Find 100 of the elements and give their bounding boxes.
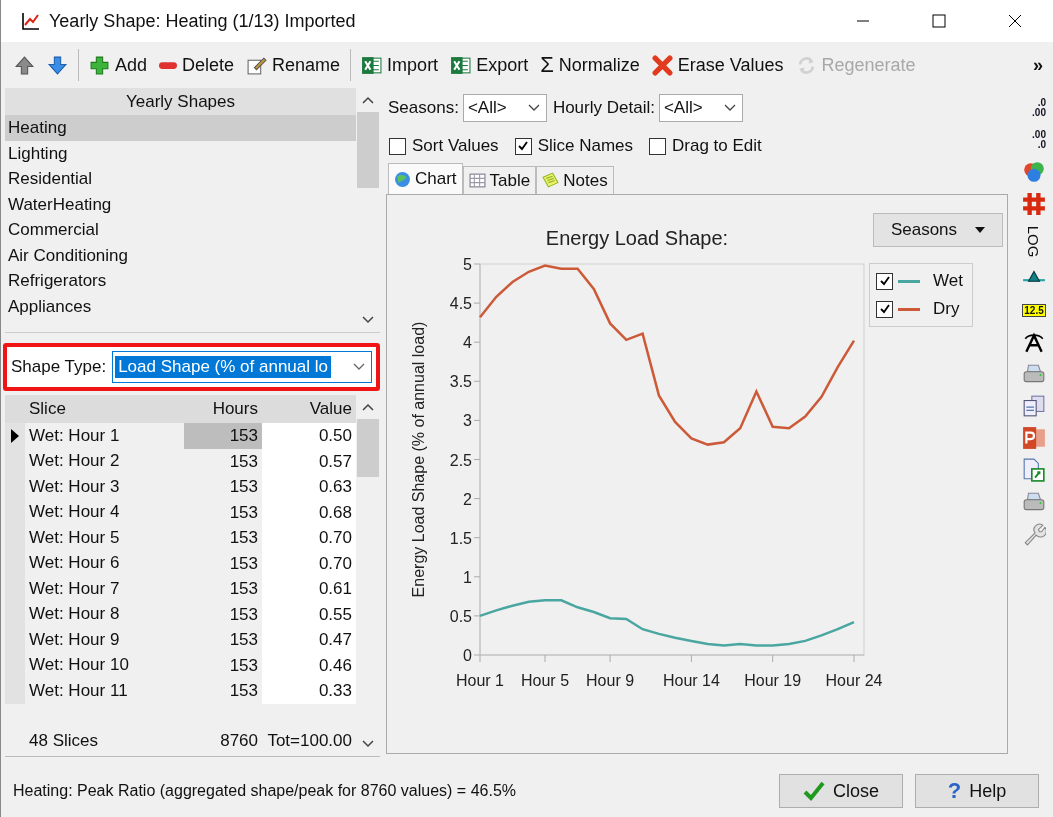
table-cell-text: Wet: Hour 3	[28, 476, 121, 497]
tab[interactable]: Chart	[388, 163, 463, 194]
option-checkbox[interactable]: Slice Names	[514, 136, 634, 156]
option-checkbox[interactable]: Drag to Edit	[649, 136, 762, 156]
seasons-menu-button[interactable]: Seasons	[873, 213, 1003, 247]
y-tick-label: 0.5	[449, 607, 472, 625]
x-tick-label: Hour 19	[744, 672, 802, 689]
table-cell-text: 153	[228, 629, 259, 651]
table-cell-text: 153	[228, 603, 259, 626]
copy-icon[interactable]	[1022, 394, 1046, 418]
table-cell-text: 153	[228, 578, 259, 600]
scroll-up-icon[interactable]	[362, 96, 374, 104]
row-header[interactable]	[5, 423, 25, 449]
table-cell: 0.57	[262, 448, 356, 474]
table-cell-text: Wet: Hour 1	[28, 425, 121, 446]
table-cell: 0.68	[262, 499, 356, 525]
checkmark-icon	[803, 780, 825, 802]
table-cell-text: Wet: Hour 10	[28, 655, 130, 676]
toolbar-button[interactable]: Erase Values	[646, 51, 789, 79]
decimal-places-icon[interactable]: .0 .00	[1022, 96, 1046, 120]
scroll-up-icon[interactable]	[362, 403, 374, 411]
spreadsheet-icon	[361, 54, 383, 76]
toolbar-overflow[interactable]: »	[1033, 54, 1043, 76]
presentation-icon[interactable]	[1022, 426, 1046, 450]
sigma-icon: Σ	[540, 52, 554, 78]
grid-icon[interactable]	[1022, 192, 1046, 216]
decimal-places-icon[interactable]: .00 .0	[1022, 128, 1046, 152]
table-cell: 0.63	[262, 474, 356, 500]
column-header[interactable]: Slice	[25, 399, 184, 419]
close-button[interactable]: Close	[779, 774, 903, 808]
tab[interactable]: Table	[462, 166, 537, 194]
help-button[interactable]: ? Help	[915, 774, 1039, 808]
toolbar-button[interactable]: Import	[356, 51, 444, 79]
chart-title: Energy Load Shape:	[545, 227, 729, 249]
scroll-thumb[interactable]	[357, 112, 379, 188]
chart-app-icon	[21, 11, 41, 31]
log-scale-button[interactable]: LOG	[1022, 224, 1046, 258]
filter-label: Hourly Detail:	[552, 98, 655, 118]
table-cell-text: 153	[228, 527, 259, 549]
column-header[interactable]: Hours	[184, 395, 262, 423]
column-header[interactable]: Value	[262, 395, 356, 423]
dropdown-chevron-icon	[723, 104, 736, 112]
y-tick-label: 3.5	[449, 373, 472, 391]
legend-checkbox[interactable]	[876, 300, 893, 318]
list-item[interactable]: Heating	[5, 115, 356, 141]
scroll-down-icon[interactable]	[362, 740, 374, 748]
table-cell: 0.46	[262, 652, 356, 678]
y-tick-label: 2.5	[449, 451, 472, 469]
table-cell: 0.33	[262, 678, 356, 704]
y-tick-label: 1	[463, 568, 472, 586]
checkbox[interactable]	[514, 137, 532, 155]
y-tick-label: 0	[463, 647, 472, 664]
y-tick-label: 4.5	[449, 295, 472, 313]
y-tick-label: 2	[463, 490, 472, 508]
grid-icon	[468, 172, 486, 189]
table-cell: 0.61	[262, 576, 356, 602]
x-tick-label: Hour 5	[521, 672, 570, 689]
notepad-icon	[542, 172, 560, 189]
table-cell-text: Wet: Hour 7	[28, 578, 121, 599]
value-total: Tot=100.00	[266, 730, 353, 752]
y-axis-title: Energy Load Shape (% of annual load)	[410, 321, 427, 598]
scroll-down-icon[interactable]	[362, 316, 374, 324]
filter-dropdown[interactable]: <All>	[462, 94, 547, 122]
toolbar-button[interactable]: Rename	[241, 51, 346, 79]
x-tick-label: Hour 14	[662, 672, 720, 689]
legend-checkbox[interactable]	[876, 272, 893, 290]
caret-icon	[975, 227, 986, 233]
list-item[interactable]: Residential	[5, 166, 356, 192]
wrench-icon[interactable]	[1022, 522, 1046, 546]
list-item[interactable]: Lighting	[5, 140, 356, 166]
table-cell-text: Wet: Hour 9	[28, 629, 121, 650]
table-cell-text: Wet: Hour 11	[28, 680, 129, 701]
checkbox[interactable]	[389, 137, 406, 155]
question-mark-icon: ?	[947, 778, 962, 804]
list-item[interactable]: Refrigerators	[5, 268, 356, 294]
option-checkbox[interactable]: Sort Values	[389, 136, 499, 156]
dropdown-chevron-icon	[353, 363, 365, 371]
toolbar-button[interactable]: Σ Normalize	[535, 49, 645, 81]
color-circles-icon[interactable]	[1022, 160, 1046, 184]
list-item[interactable]: Commercial	[5, 217, 356, 243]
shape-type-dropdown[interactable]: Load Shape (% of annual lo	[112, 351, 372, 383]
toolbar-button[interactable]: Delete	[154, 51, 240, 79]
table-cell: 0.70	[262, 550, 356, 576]
tab[interactable]: Notes	[536, 166, 614, 194]
list-item[interactable]: Appliances	[5, 293, 356, 319]
table-cell-text: Wet: Hour 8	[28, 604, 121, 625]
checkbox[interactable]	[649, 137, 667, 155]
list-item[interactable]: WaterHeating	[5, 191, 356, 217]
slice-count: 48 Slices	[28, 731, 99, 751]
table-cell-text: Wet: Hour 4	[28, 502, 121, 523]
scroll-thumb[interactable]	[357, 419, 379, 477]
toolbar-button[interactable]: Add	[84, 51, 153, 79]
spreadsheet-icon	[450, 54, 472, 76]
document-export-icon[interactable]	[1022, 458, 1046, 482]
table-cell-text: 153	[228, 476, 259, 498]
filter-dropdown[interactable]: <All>	[658, 94, 743, 122]
list-item[interactable]: Air Conditioning	[5, 242, 356, 268]
minus-icon	[159, 61, 178, 69]
x-tick-label: Hour 9	[586, 672, 635, 689]
toolbar-button[interactable]: Export	[445, 51, 534, 79]
